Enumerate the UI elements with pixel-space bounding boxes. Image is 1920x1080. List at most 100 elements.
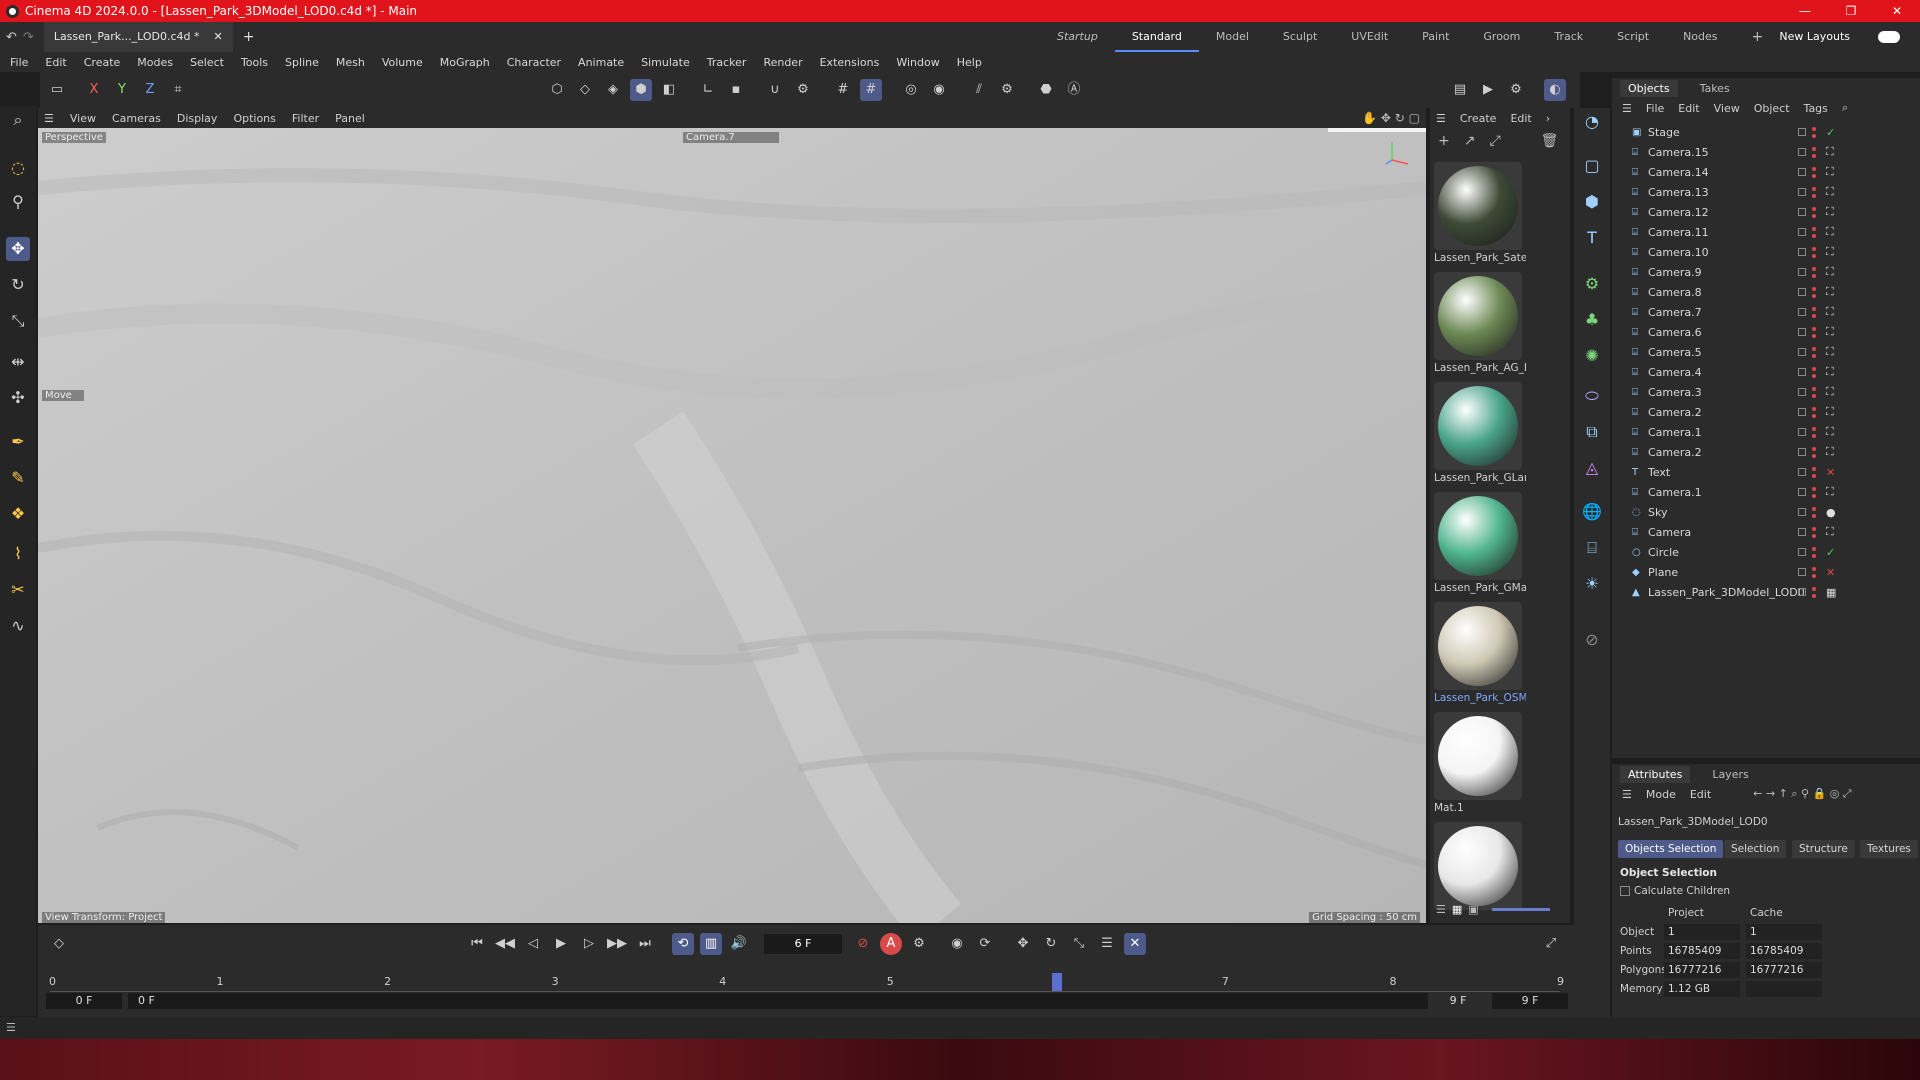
object-menu-view[interactable]: View bbox=[1714, 102, 1740, 115]
sketch-tool-icon[interactable]: ∿ bbox=[6, 614, 30, 638]
editor-visibility-dot[interactable] bbox=[1812, 147, 1816, 151]
menu-tools[interactable]: Tools bbox=[241, 56, 268, 69]
layer-checkbox[interactable] bbox=[1798, 148, 1806, 156]
editor-visibility-dot[interactable] bbox=[1812, 127, 1816, 131]
render-view-icon[interactable]: ◉ bbox=[928, 79, 950, 101]
menu-edit[interactable]: Edit bbox=[45, 56, 66, 69]
material-hamburger-icon[interactable]: ☰ bbox=[1436, 112, 1446, 125]
render-visibility-dot[interactable] bbox=[1812, 534, 1816, 538]
object-row[interactable]: ⌸ Camera.3 ⛶ bbox=[1612, 382, 1920, 402]
thumbnail-size-slider[interactable] bbox=[1492, 908, 1550, 911]
range-start-field[interactable]: 0 F bbox=[128, 993, 1428, 1009]
spline-smooth-icon[interactable]: ❖ bbox=[6, 502, 30, 526]
maximize-button[interactable]: ❐ bbox=[1828, 0, 1874, 22]
material-item[interactable]: Lassen_Park_Satel bbox=[1434, 162, 1526, 264]
layer-checkbox[interactable] bbox=[1798, 408, 1806, 416]
render-visibility-dot[interactable] bbox=[1812, 494, 1816, 498]
viewport-menu-view[interactable]: View bbox=[70, 112, 96, 125]
keyframe-settings-icon[interactable]: ⚙ bbox=[908, 933, 930, 955]
render-visibility-dot[interactable] bbox=[1812, 294, 1816, 298]
object-tag-icon[interactable]: ⛶ bbox=[1826, 445, 1834, 459]
render-visibility-dot[interactable] bbox=[1812, 594, 1816, 598]
live-selection-icon[interactable]: ⚲ bbox=[6, 190, 30, 214]
tab-takes[interactable]: Takes bbox=[1700, 82, 1730, 95]
render-visibility-dot[interactable] bbox=[1812, 554, 1816, 558]
editor-visibility-dot[interactable] bbox=[1812, 287, 1816, 291]
layer-checkbox[interactable] bbox=[1798, 428, 1806, 436]
autokey-icon[interactable]: A bbox=[880, 933, 902, 955]
layout-tab-model[interactable]: Model bbox=[1199, 22, 1266, 52]
layer-checkbox[interactable] bbox=[1798, 448, 1806, 456]
menu-volume[interactable]: Volume bbox=[382, 56, 423, 69]
subtab-textures[interactable]: Textures bbox=[1860, 840, 1918, 858]
record-icon[interactable]: ⊘ bbox=[852, 933, 874, 955]
workplane-icon[interactable]: ∟ bbox=[697, 79, 719, 101]
layout-tab-nodes[interactable]: Nodes bbox=[1666, 22, 1734, 52]
document-tab[interactable]: Lassen_Park..._LOD0.c4d * ✕ bbox=[43, 22, 233, 52]
render-visibility-dot[interactable] bbox=[1812, 514, 1816, 518]
render-settings-icon[interactable]: ⬣ bbox=[1035, 79, 1057, 101]
undo-icon[interactable]: ↶ bbox=[6, 30, 17, 45]
text-object-icon[interactable]: T bbox=[1580, 226, 1604, 250]
render-visibility-dot[interactable] bbox=[1812, 574, 1816, 578]
object-tag-icon[interactable]: ⛶ bbox=[1826, 265, 1834, 279]
editor-visibility-dot[interactable] bbox=[1812, 507, 1816, 511]
layer-checkbox[interactable] bbox=[1798, 268, 1806, 276]
render-visibility-dot[interactable] bbox=[1812, 454, 1816, 458]
editor-visibility-dot[interactable] bbox=[1812, 187, 1816, 191]
view-mode-icon[interactable]: ◐ bbox=[1544, 79, 1566, 101]
menu-help[interactable]: Help bbox=[957, 56, 982, 69]
knife-tool-icon[interactable]: ✂ bbox=[6, 578, 30, 602]
go-to-end-icon[interactable]: ⏭ bbox=[634, 933, 656, 955]
axis-x-button[interactable]: X bbox=[83, 79, 105, 101]
menu-render[interactable]: Render bbox=[763, 56, 802, 69]
layer-checkbox[interactable] bbox=[1798, 508, 1806, 516]
solo-icon[interactable]: ▪ bbox=[725, 79, 747, 101]
object-tag-icon[interactable]: ⛶ bbox=[1826, 305, 1834, 319]
spline-pen-icon[interactable]: ✒ bbox=[6, 430, 30, 454]
object-tag-icon[interactable]: ⛶ bbox=[1826, 345, 1834, 359]
object-tag-icon[interactable]: ▦ bbox=[1826, 586, 1836, 599]
editor-visibility-dot[interactable] bbox=[1812, 267, 1816, 271]
viewport-nav-icons[interactable]: ✋ ✥ ↻ ▢ bbox=[1362, 111, 1420, 125]
editor-visibility-dot[interactable] bbox=[1812, 407, 1816, 411]
render-visibility-dot[interactable] bbox=[1812, 354, 1816, 358]
viewport-menu-cameras[interactable]: Cameras bbox=[112, 112, 161, 125]
render-visibility-dot[interactable] bbox=[1812, 174, 1816, 178]
render-picture-viewer-icon[interactable]: ▤ bbox=[1449, 79, 1471, 101]
volume-icon[interactable]: ⧉ bbox=[1580, 420, 1604, 444]
render-visibility-dot[interactable] bbox=[1812, 194, 1816, 198]
layer-checkbox[interactable] bbox=[1798, 588, 1806, 596]
render-visibility-dot[interactable] bbox=[1812, 254, 1816, 258]
generator-icon[interactable]: ⚙ bbox=[1580, 272, 1604, 296]
axis-tool-icon[interactable]: ✣ bbox=[6, 386, 30, 410]
object-row[interactable]: ⌸ Camera.11 ⛶ bbox=[1612, 222, 1920, 242]
polygons-mode-icon[interactable]: ◈ bbox=[602, 79, 624, 101]
render-visibility-dot[interactable] bbox=[1812, 314, 1816, 318]
attribute-hamburger-icon[interactable]: ☰ bbox=[1622, 788, 1632, 801]
attribute-menu-edit[interactable]: Edit bbox=[1690, 788, 1711, 801]
next-frame-icon[interactable]: ▷ bbox=[578, 933, 600, 955]
layer-checkbox[interactable] bbox=[1798, 568, 1806, 576]
render-visibility-dot[interactable] bbox=[1812, 414, 1816, 418]
next-key-icon[interactable]: ▶▶ bbox=[606, 933, 628, 955]
coordinate-system-icon[interactable]: ⌗ bbox=[167, 79, 189, 101]
object-tag-icon[interactable]: ⛶ bbox=[1826, 225, 1834, 239]
menu-tracker[interactable]: Tracker bbox=[707, 56, 747, 69]
render-visibility-dot[interactable] bbox=[1812, 234, 1816, 238]
subtab-selection[interactable]: Selection bbox=[1724, 840, 1787, 858]
layer-checkbox[interactable] bbox=[1798, 528, 1806, 536]
layer-checkbox[interactable] bbox=[1798, 228, 1806, 236]
model-mode-icon[interactable]: ⬢ bbox=[630, 79, 652, 101]
transform-tool-icon[interactable]: ⇹ bbox=[6, 350, 30, 374]
object-menu-object[interactable]: Object bbox=[1754, 102, 1790, 115]
loop-icon[interactable]: ⟲ bbox=[672, 933, 694, 955]
layer-checkbox[interactable] bbox=[1798, 488, 1806, 496]
material-item[interactable]: Lassen_Park_GMa bbox=[1434, 492, 1526, 594]
viewport-menu-filter[interactable]: Filter bbox=[292, 112, 319, 125]
layer-checkbox[interactable] bbox=[1798, 308, 1806, 316]
points-mode-icon[interactable]: ⬡ bbox=[546, 79, 568, 101]
axis-y-button[interactable]: Y bbox=[111, 79, 133, 101]
object-tag-icon[interactable]: ⛶ bbox=[1826, 385, 1834, 399]
editor-visibility-dot[interactable] bbox=[1812, 207, 1816, 211]
